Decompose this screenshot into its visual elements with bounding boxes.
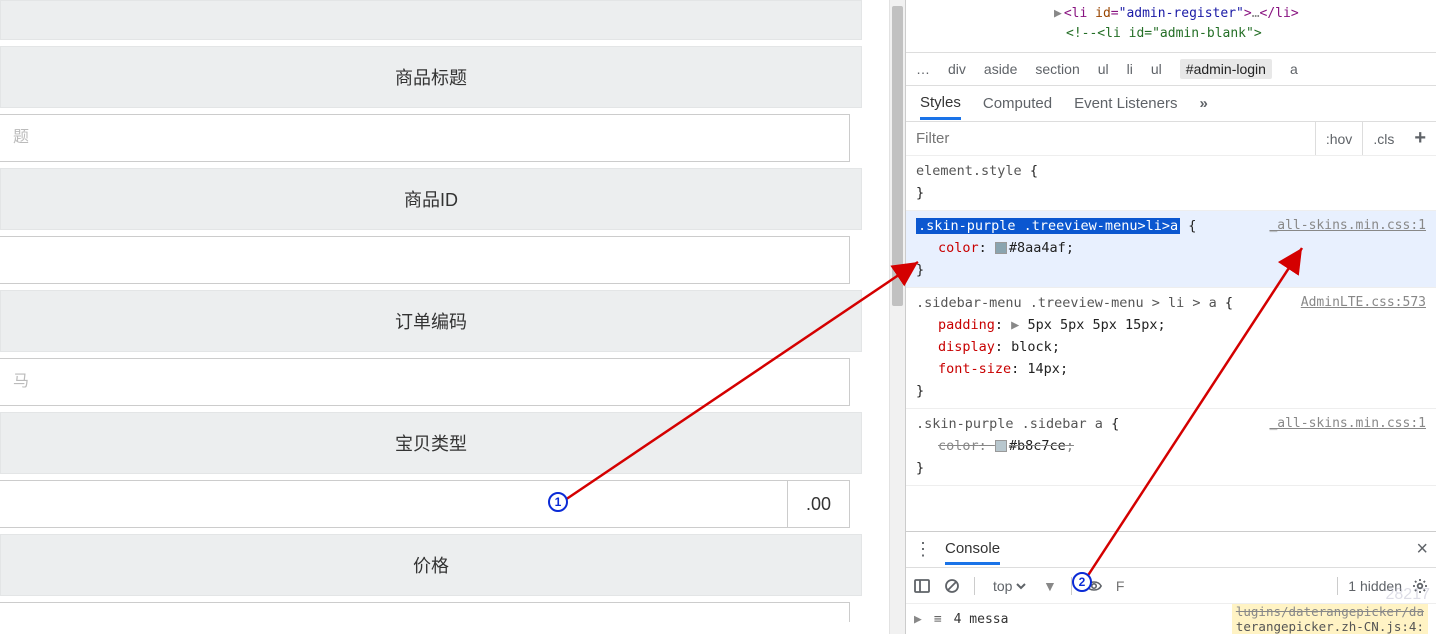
toolbar-divider: [974, 577, 975, 595]
source-link[interactable]: _all-skins.min.css:1: [1269, 215, 1426, 237]
crumb-li[interactable]: li: [1127, 61, 1133, 77]
console-filter-input[interactable]: [1116, 578, 1138, 594]
selector-sidebar-menu[interactable]: .sidebar-menu .treeview-menu > li > a: [916, 295, 1217, 311]
item-type-input[interactable]: [1, 481, 787, 527]
selector-element-style: element.style: [916, 163, 1022, 179]
console-messages[interactable]: ▶ ≡ 4 messa lugins/daterangepicker/da te…: [906, 604, 1436, 634]
css-prop-color[interactable]: color: [938, 240, 979, 256]
tab-styles[interactable]: Styles: [920, 88, 961, 120]
crumb-section[interactable]: section: [1035, 61, 1079, 77]
sidebar-toggle-icon[interactable]: [914, 578, 930, 594]
source-link[interactable]: _all-skins.min.css:1: [1269, 413, 1426, 435]
msg-link-line1: lugins/daterangepicker/da: [1236, 604, 1424, 619]
crumb-ul[interactable]: ul: [1098, 61, 1109, 77]
left-scrollbar[interactable]: [889, 0, 905, 634]
message-count: 4 messa: [954, 612, 1009, 627]
expand-triangle-icon[interactable]: ▶: [1054, 6, 1062, 21]
message-group-icon[interactable]: ≡: [934, 612, 942, 627]
css-val-color[interactable]: #8aa4af: [1009, 240, 1066, 256]
tab-more[interactable]: »: [1199, 89, 1209, 118]
drawer-menu-icon[interactable]: ⋮: [914, 539, 933, 560]
clear-console-icon[interactable]: [944, 578, 960, 594]
form-panel: 商品标题 商品ID 订单编码 宝贝类型 .00 价格: [0, 0, 905, 634]
order-code-input[interactable]: [1, 359, 849, 405]
dom-ellipsis[interactable]: …: [1252, 6, 1260, 21]
dom-comment: <!--<li id="admin-blank">: [1066, 26, 1262, 41]
context-selector[interactable]: top: [989, 577, 1029, 595]
css-val-fontsize[interactable]: 14px: [1027, 361, 1060, 377]
close-icon[interactable]: ×: [1416, 538, 1428, 561]
label-price: 价格: [0, 534, 862, 596]
toolbar-divider: [1337, 577, 1338, 595]
scrollbar-thumb[interactable]: [892, 6, 903, 306]
rule-skin-purple-sidebar-a[interactable]: _all-skins.min.css:1 .skin-purple .sideb…: [906, 409, 1436, 486]
dom-attr-val: admin-register: [1126, 6, 1236, 21]
message-source-link[interactable]: lugins/daterangepicker/da terangepicker.…: [1232, 604, 1428, 634]
styles-subtabs: Styles Computed Event Listeners »: [906, 86, 1436, 122]
dom-tag-li[interactable]: li: [1072, 6, 1088, 21]
tab-console[interactable]: Console: [945, 535, 1000, 565]
crumb-selected[interactable]: #admin-login: [1180, 59, 1272, 79]
crumb-aside[interactable]: aside: [984, 61, 1017, 77]
devtools-panel: ▶<li id="admin-register">…</li> <!--<li …: [905, 0, 1436, 634]
css-prop-padding[interactable]: padding: [938, 317, 995, 333]
form-block: 商品标题 商品ID 订单编码 宝贝类型 .00 价格: [0, 0, 862, 622]
css-prop-color-overridden[interactable]: color: [938, 438, 979, 454]
css-val-padding[interactable]: 5px 5px 5px 15px: [1027, 317, 1157, 333]
css-val-display[interactable]: block: [1011, 339, 1052, 355]
label-empty-top: [0, 0, 862, 40]
crumb-ellipsis[interactable]: …: [916, 61, 930, 77]
selector-skin-purple-sidebar[interactable]: .skin-purple .sidebar a: [916, 416, 1103, 432]
item-type-suffix: .00: [787, 481, 849, 527]
goods-id-input[interactable]: [1, 237, 849, 283]
breadcrumb[interactable]: … div aside section ul li ul #admin-logi…: [906, 52, 1436, 86]
dom-attr-id: id: [1095, 6, 1111, 21]
elements-dom-tree[interactable]: ▶<li id="admin-register">…</li> <!--<li …: [906, 0, 1436, 52]
cls-toggle[interactable]: .cls: [1362, 122, 1404, 155]
rule-skin-purple-treeview[interactable]: _all-skins.min.css:1 .skin-purple .treev…: [906, 211, 1436, 288]
annotation-badge-2: 2: [1072, 572, 1092, 592]
label-goods-title: 商品标题: [0, 46, 862, 108]
expand-icon[interactable]: ▶: [914, 612, 922, 627]
source-link[interactable]: AdminLTE.css:573: [1301, 292, 1426, 314]
price-input[interactable]: [1, 603, 849, 622]
input-row-item-type[interactable]: .00: [0, 480, 850, 528]
styles-filter-input[interactable]: [906, 122, 1315, 155]
crumb-a[interactable]: a: [1290, 61, 1298, 77]
input-row-goods-id[interactable]: [0, 236, 850, 284]
color-swatch-icon[interactable]: [995, 440, 1007, 452]
input-row-price[interactable]: [0, 602, 850, 622]
styles-filter-row: :hov .cls +: [906, 122, 1436, 156]
rule-element-style[interactable]: element.style { }: [906, 156, 1436, 211]
styles-rules-body[interactable]: element.style { } _all-skins.min.css:1 .…: [906, 156, 1436, 531]
rule-sidebar-menu[interactable]: AdminLTE.css:573 .sidebar-menu .treeview…: [906, 288, 1436, 409]
selector-highlighted[interactable]: .skin-purple .treeview-menu>li>a: [916, 218, 1180, 234]
console-toolbar: top ▼ 1 hidden: [906, 568, 1436, 604]
input-row-order-code[interactable]: [0, 358, 850, 406]
css-prop-fontsize[interactable]: font-size: [938, 361, 1011, 377]
crumb-div[interactable]: div: [948, 61, 966, 77]
watermark: 28217: [1386, 586, 1431, 604]
tab-event-listeners[interactable]: Event Listeners: [1074, 89, 1177, 118]
label-goods-id: 商品ID: [0, 168, 862, 230]
msg-link-line2: terangepicker.zh-CN.js:4:: [1236, 619, 1424, 634]
label-order-code: 订单编码: [0, 290, 862, 352]
hov-toggle[interactable]: :hov: [1315, 122, 1362, 155]
tab-computed[interactable]: Computed: [983, 89, 1052, 118]
new-style-rule-button[interactable]: +: [1404, 127, 1436, 150]
css-prop-display[interactable]: display: [938, 339, 995, 355]
expand-shorthand-icon[interactable]: ▶: [1011, 317, 1019, 333]
css-val-color-overridden[interactable]: #b8c7ce: [1009, 438, 1066, 454]
console-header: ⋮ Console ×: [906, 532, 1436, 568]
color-swatch-icon[interactable]: [995, 242, 1007, 254]
input-row-title[interactable]: [0, 114, 850, 162]
crumb-ul2[interactable]: ul: [1151, 61, 1162, 77]
console-drawer: ⋮ Console × top ▼ 1 hidden: [906, 531, 1436, 634]
goods-title-input[interactable]: [1, 115, 849, 161]
label-item-type: 宝贝类型: [0, 412, 862, 474]
annotation-badge-1: 1: [548, 492, 568, 512]
